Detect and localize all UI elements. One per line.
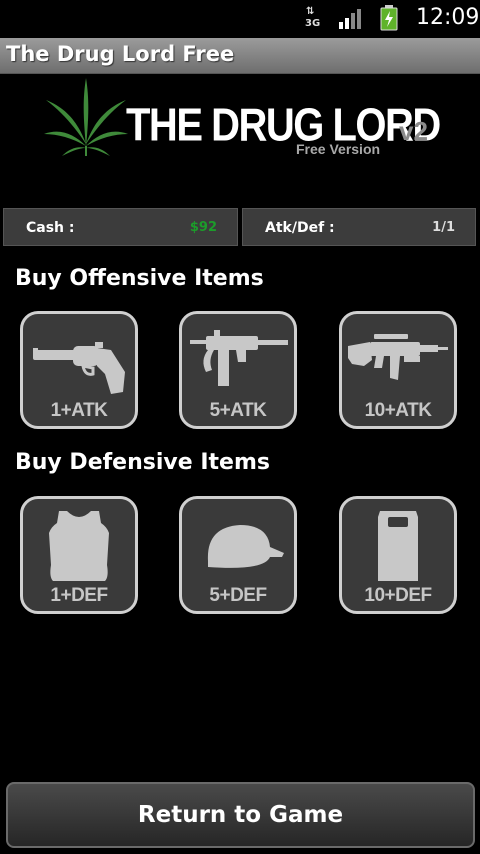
submachine-gun-icon — [190, 330, 288, 386]
logo-title: THE DRUG LORD — [126, 100, 441, 151]
cash-panel: Cash : $92 — [3, 208, 238, 246]
helmet-icon — [207, 525, 284, 568]
app-title: The Drug Lord Free — [6, 42, 235, 66]
data-arrows-icon: ⇅ 3G — [305, 6, 321, 30]
cash-value: $92 — [189, 220, 217, 235]
signal-icon — [339, 9, 361, 29]
buy-defense-10-button[interactable]: 10+DEF — [339, 496, 457, 614]
cannabis-leaf-icon — [44, 78, 128, 156]
defensive-heading: Buy Defensive Items — [15, 450, 270, 475]
app-title-bar: The Drug Lord Free — [0, 38, 480, 74]
defense-1-caption: 1+DEF — [50, 585, 108, 606]
atkdef-panel: Atk/Def : 1/1 — [242, 208, 476, 246]
cash-label: Cash : — [26, 220, 75, 236]
offense-10-caption: 10+ATK — [364, 400, 432, 421]
atkdef-value: 1/1 — [432, 220, 455, 235]
logo-version: v2 — [399, 116, 428, 146]
buy-offense-1-button[interactable]: 1+ATK — [20, 311, 138, 429]
atkdef-label: Atk/Def : — [265, 220, 335, 236]
revolver-icon — [33, 342, 125, 394]
buy-defense-5-button[interactable]: 5+DEF — [179, 496, 297, 614]
riot-shield-icon — [378, 511, 418, 581]
assault-rifle-icon — [348, 334, 448, 380]
buy-offense-5-button[interactable]: 5+ATK — [179, 311, 297, 429]
game-logo: THE DRUG LORD v2 Free Version — [44, 78, 441, 178]
offense-5-caption: 5+ATK — [209, 400, 267, 421]
network-type: 3G — [305, 18, 321, 29]
defense-5-caption: 5+DEF — [209, 585, 267, 606]
offense-1-caption: 1+ATK — [50, 400, 108, 421]
buy-offense-10-button[interactable]: 10+ATK — [339, 311, 457, 429]
buy-defense-1-button[interactable]: 1+DEF — [20, 496, 138, 614]
defense-10-caption: 10+DEF — [364, 585, 432, 606]
clock: 12:09 — [416, 5, 480, 30]
status-bar: ⇅ 3G 12:09 — [0, 0, 480, 38]
offensive-heading: Buy Offensive Items — [15, 266, 264, 291]
return-to-game-button[interactable]: Return to Game — [6, 782, 475, 848]
battery-charging-icon — [380, 5, 398, 31]
logo-subtitle: Free Version — [296, 141, 381, 157]
vest-icon — [49, 509, 109, 581]
